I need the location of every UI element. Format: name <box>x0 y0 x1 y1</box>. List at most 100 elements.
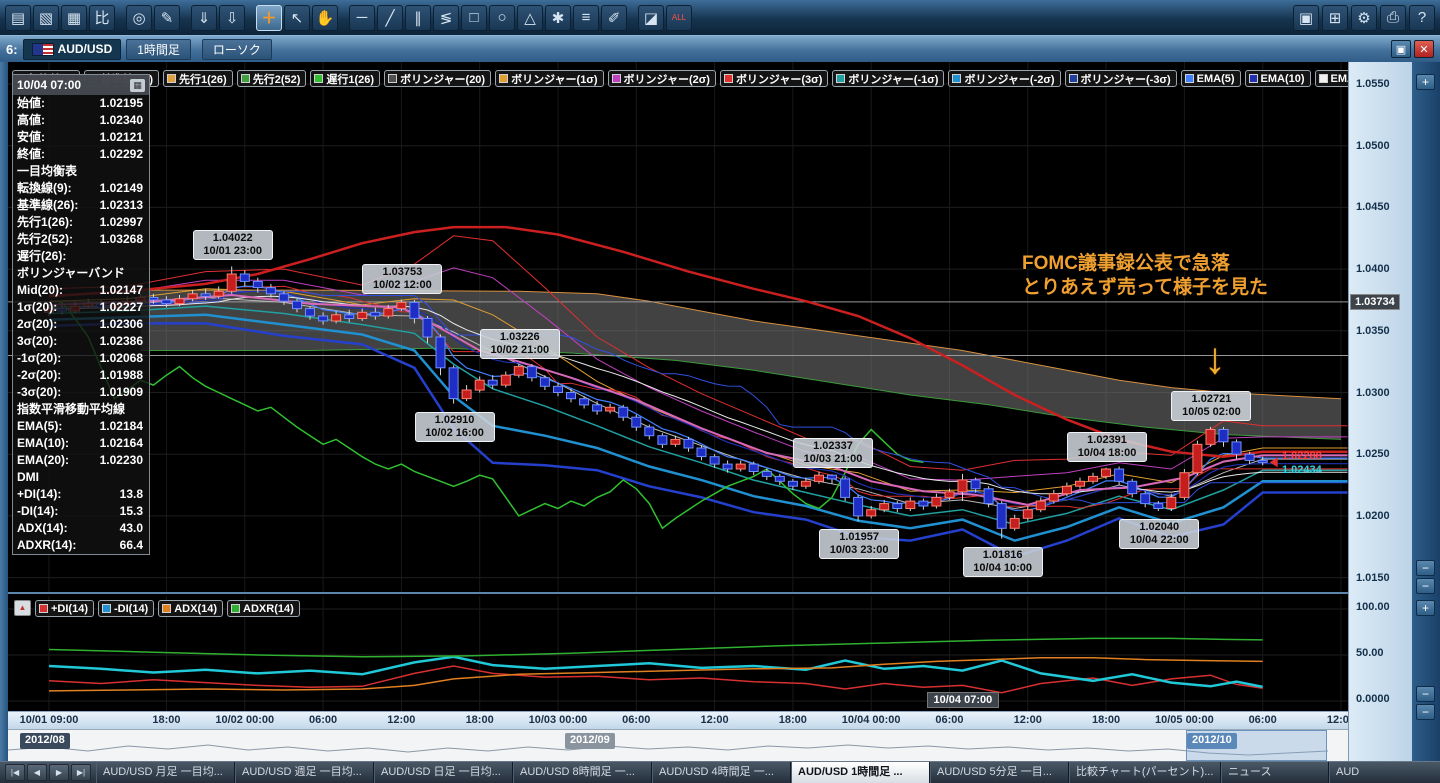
dmi-legend-adxr[interactable]: ADXR(14) <box>227 600 300 617</box>
tab-news[interactable]: ニュース <box>1221 762 1329 783</box>
info-panel-options-icon[interactable]: ▦ <box>130 79 145 92</box>
time-axis[interactable]: 10/01 09:0018:0010/02 00:0006:0012:0018:… <box>8 711 1348 729</box>
printer-icon[interactable]: ⎙ <box>1380 5 1406 31</box>
info-row-label: -2σ(20): <box>17 367 61 384</box>
tab-nav-last-button[interactable]: ▶| <box>71 764 91 781</box>
time-tick-label: 10/02 00:00 <box>210 714 280 726</box>
price-tick-label: 1.0150 <box>1356 572 1390 584</box>
dmi-zoom-in-button[interactable]: + <box>1416 600 1435 616</box>
swing-callout: 1.0204010/04 22:00 <box>1119 519 1199 549</box>
report-icon[interactable]: ▤ <box>5 5 31 31</box>
legend-boll-p3[interactable]: ボリンジャー(3σ) <box>720 70 828 87</box>
save-image-icon[interactable]: ⇩ <box>219 5 245 31</box>
pair-button[interactable]: AUD/USD <box>23 39 122 60</box>
compare-icon[interactable]: 比 <box>89 5 115 31</box>
swing-callout: 1.0239110/04 18:00 <box>1067 432 1147 462</box>
legend-ema5[interactable]: EMA(5) <box>1181 70 1241 87</box>
minus-di-swatch-icon <box>102 604 111 613</box>
tab-daily[interactable]: AUD/USD 日足 一目均... <box>374 762 513 783</box>
main-zoom-in-button[interactable]: + <box>1416 74 1435 90</box>
info-row-label: -DI(14): <box>17 503 58 520</box>
eraser-all-icon[interactable]: ALL <box>666 5 692 31</box>
timeframe-button[interactable]: 1時間足 <box>126 39 191 60</box>
window-layout-icon[interactable]: ▣ <box>1293 5 1319 31</box>
freehand-icon[interactable]: ✐ <box>601 5 627 31</box>
dmi-legend-minus-di[interactable]: -DI(14) <box>98 600 154 617</box>
tab-compare[interactable]: 比較チャート(パーセント)... <box>1069 762 1221 783</box>
tab-5min[interactable]: AUD/USD 5分足 一目... <box>930 762 1069 783</box>
dmi-legend-adx[interactable]: ADX(14) <box>158 600 223 617</box>
info-row-value: 1.02997 <box>100 214 143 231</box>
main-chart-canvas[interactable] <box>8 62 1348 592</box>
settings-gear-icon[interactable]: ⚙ <box>1351 5 1377 31</box>
legend-boll-m1[interactable]: ボリンジャー(-1σ) <box>832 70 944 87</box>
restore-window-button[interactable]: ▣ <box>1391 40 1411 58</box>
tab-nav-first-button[interactable]: |◀ <box>5 764 25 781</box>
chart-type-button[interactable]: ローソク <box>202 39 272 60</box>
crosshair-icon[interactable]: ＋ <box>256 5 282 31</box>
close-window-button[interactable]: ✕ <box>1414 40 1434 58</box>
price-tick-label: 1.0250 <box>1356 448 1390 460</box>
history-navigator[interactable]: 2012/082012/092012/10 <box>8 729 1348 761</box>
data-table-icon[interactable]: ▦ <box>61 5 87 31</box>
navigator-month-label: 2012/08 <box>20 733 70 749</box>
tab-1hour[interactable]: AUD/USD 1時間足 ... <box>791 762 930 783</box>
legend-boll-m3[interactable]: ボリンジャー(-3σ) <box>1065 70 1177 87</box>
legend-boll-p2[interactable]: ボリンジャー(2σ) <box>608 70 716 87</box>
price-axis[interactable]: 1.03734 1.05501.05001.04501.04001.03501.… <box>1348 62 1412 761</box>
legend-ema20[interactable]: EMA(20) <box>1315 70 1348 87</box>
legend-boll-p1[interactable]: ボリンジャー(1σ) <box>495 70 603 87</box>
fibonacci-icon[interactable]: ≶ <box>433 5 459 31</box>
edit-pencil-icon[interactable]: ✎ <box>154 5 180 31</box>
chart-titlebar[interactable]: 6: AUD/USD 1時間足 ローソク ▣ ✕ <box>0 35 1440 62</box>
parallel-lines-icon[interactable]: ∥ <box>405 5 431 31</box>
tab-nav-next-button[interactable]: ▶ <box>49 764 69 781</box>
dmi-legend-plus-di[interactable]: +DI(14) <box>35 600 94 617</box>
tab-partial[interactable]: AUD <box>1329 762 1440 783</box>
legend-ema10[interactable]: EMA(10) <box>1245 70 1311 87</box>
dmi-zoom-out-2-button[interactable]: − <box>1416 704 1435 720</box>
tab-weekly[interactable]: AUD/USD 週足 一目均... <box>235 762 374 783</box>
time-tick-label: 10/05 00:00 <box>1149 714 1219 726</box>
cursor-icon[interactable]: ↖ <box>284 5 310 31</box>
zoom-icon[interactable]: ◎ <box>126 5 152 31</box>
toolbar-right-group: ▣⊞⚙⎙? <box>1293 5 1435 31</box>
legend-senkou1[interactable]: 先行1(26) <box>163 70 233 87</box>
rectangle-icon[interactable]: □ <box>461 5 487 31</box>
hand-icon[interactable]: ✋ <box>312 5 338 31</box>
time-tick-label: 18:00 <box>445 714 515 726</box>
main-zoom-out-button[interactable]: − <box>1416 560 1435 576</box>
expand-icon[interactable]: ⊞ <box>1322 5 1348 31</box>
time-tick-label: 10/03 00:00 <box>523 714 593 726</box>
time-tick-label: 06:00 <box>914 714 984 726</box>
trend-line-icon[interactable]: ╱ <box>377 5 403 31</box>
info-panel-rows: 始値:1.02195高値:1.02340安値:1.02121終値:1.02292… <box>13 95 149 554</box>
levels-icon[interactable]: ≡ <box>573 5 599 31</box>
info-row-value: 1.01909 <box>100 384 143 401</box>
tab-nav-prev-button[interactable]: ◀ <box>27 764 47 781</box>
save-chart-icon[interactable]: ⇓ <box>191 5 217 31</box>
dmi-subchart-panel[interactable]: ▲+DI(14)-DI(14)ADX(14)ADXR(14) 10/04 07:… <box>8 592 1348 711</box>
dmi-collapse-button[interactable]: ▲ <box>14 600 31 616</box>
eraser-icon[interactable]: ◪ <box>638 5 664 31</box>
tab-8hour[interactable]: AUD/USD 8時間足 一... <box>513 762 652 783</box>
chart-tabbar: |◀◀▶▶| AUD/USD 月足 一目均...AUD/USD 週足 一目均..… <box>0 761 1440 783</box>
new-chart-icon[interactable]: ▧ <box>33 5 59 31</box>
legend-senkou2[interactable]: 先行2(52) <box>237 70 307 87</box>
ellipse-icon[interactable]: ○ <box>489 5 515 31</box>
triangle-icon[interactable]: △ <box>517 5 543 31</box>
legend-boll-m2[interactable]: ボリンジャー(-2σ) <box>948 70 1060 87</box>
horizontal-line-icon[interactable]: ─ <box>349 5 375 31</box>
gann-icon[interactable]: ✱ <box>545 5 571 31</box>
legend-boll-mid[interactable]: ボリンジャー(20) <box>384 70 491 87</box>
help-icon[interactable]: ? <box>1409 5 1435 31</box>
info-row-value: 13.8 <box>120 486 143 503</box>
main-zoom-out-2-button[interactable]: − <box>1416 578 1435 594</box>
indicator-info-panel[interactable]: 10/04 07:00 ▦ 始値:1.02195高値:1.02340安値:1.0… <box>12 74 150 555</box>
tab-navigation-buttons: |◀◀▶▶| <box>0 762 96 783</box>
tab-4hour[interactable]: AUD/USD 4時間足 一... <box>652 762 791 783</box>
dmi-zoom-out-button[interactable]: − <box>1416 686 1435 702</box>
main-price-chart[interactable]: 転換線(9)基準線(26)先行1(26)先行2(52)遅行1(26)ボリンジャー… <box>8 62 1348 592</box>
tab-monthly[interactable]: AUD/USD 月足 一目均... <box>96 762 235 783</box>
legend-chikou[interactable]: 遅行1(26) <box>310 70 380 87</box>
